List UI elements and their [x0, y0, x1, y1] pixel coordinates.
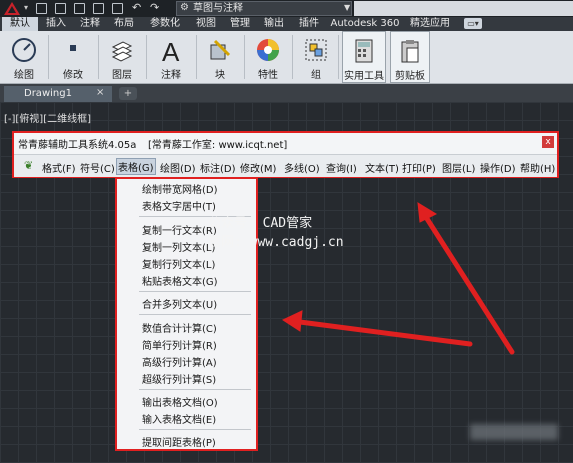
arrowhead-center [281, 310, 303, 332]
annotation-arrows [281, 202, 515, 355]
arrow-right [421, 211, 515, 355]
arrow-center [297, 319, 473, 347]
